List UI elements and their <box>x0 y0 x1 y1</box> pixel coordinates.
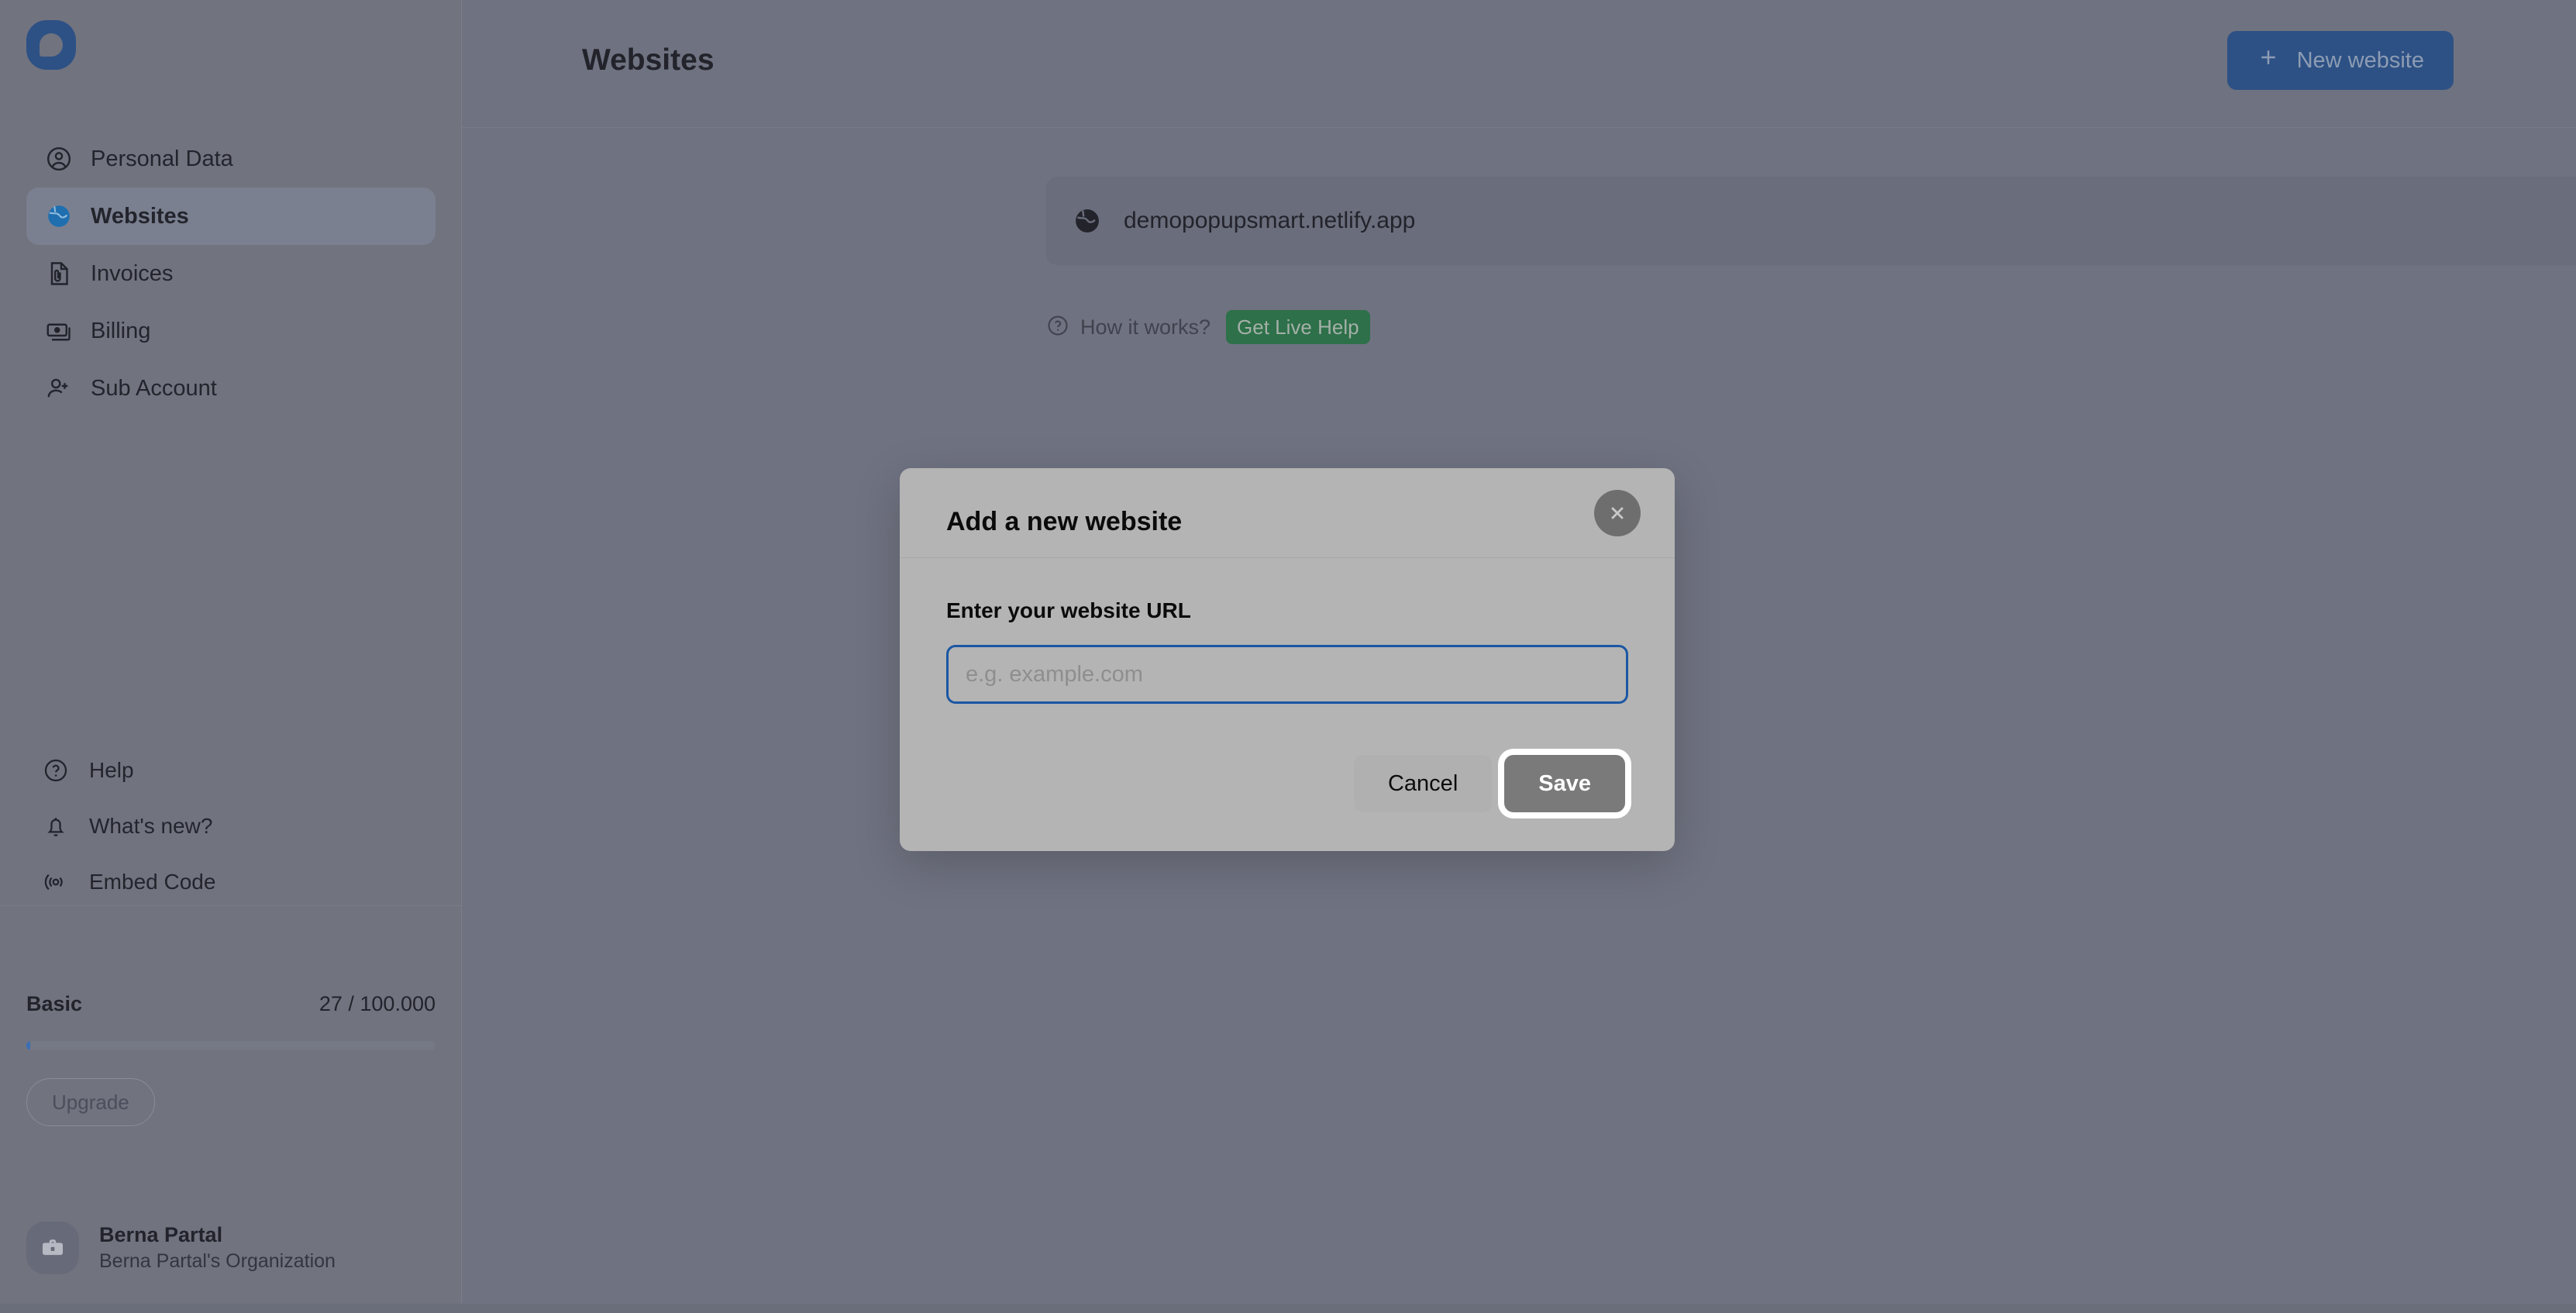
website-url-input[interactable] <box>946 645 1628 704</box>
add-website-modal: Add a new website Enter your website URL… <box>900 468 1675 851</box>
modal-actions: Cancel Save <box>946 755 1628 812</box>
cancel-button[interactable]: Cancel <box>1353 755 1493 812</box>
modal-body: Enter your website URL Cancel Save <box>900 558 1675 812</box>
website-url-label: Enter your website URL <box>946 598 1191 622</box>
modal-header: Add a new website <box>900 468 1675 558</box>
save-button[interactable]: Save <box>1504 755 1625 812</box>
close-icon <box>1611 507 1624 519</box>
modal-title: Add a new website <box>946 507 1183 536</box>
modal-overlay[interactable]: Add a new website Enter your website URL… <box>0 0 2576 1313</box>
modal-close-button[interactable] <box>1594 490 1641 536</box>
